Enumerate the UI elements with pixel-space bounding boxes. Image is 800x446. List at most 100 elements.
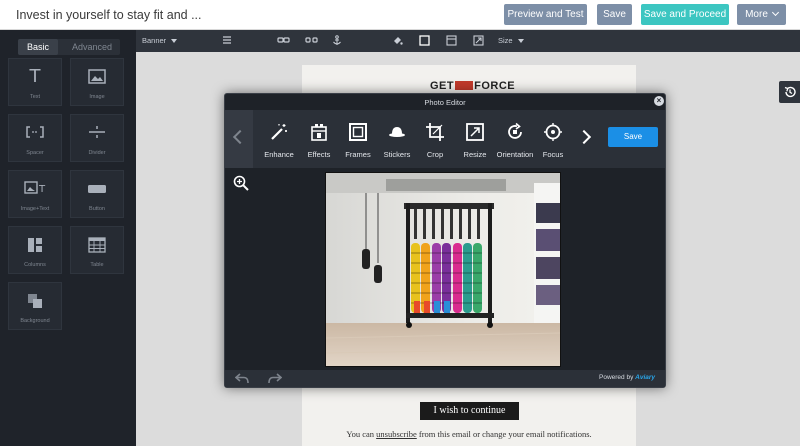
zoom-in-icon[interactable] — [233, 175, 249, 191]
fill-color-icon[interactable] — [392, 35, 403, 46]
background-icon — [28, 294, 42, 308]
redo-icon[interactable] — [268, 373, 282, 384]
unsubscribe-link[interactable]: unsubscribe — [376, 429, 417, 439]
chevron-down-icon — [517, 39, 524, 44]
block-tile-label: Text — [29, 94, 41, 100]
app-header: Invest in yourself to stay fit and ... P… — [0, 0, 800, 30]
photo-editor-footer: Powered by Aviary — [225, 370, 665, 387]
tool-focus[interactable]: Focus — [533, 110, 573, 168]
spacer-icon — [26, 126, 44, 138]
unsubscribe-suffix: from this email or change your email not… — [416, 429, 592, 439]
columns-icon — [28, 238, 42, 252]
banner-select-label: Banner — [142, 36, 167, 45]
photo-editor-modal: Photo Editor × Enhance Effects Frames St… — [224, 93, 666, 388]
powered-by-text: Powered by Aviary — [599, 374, 655, 381]
campaign-title[interactable]: Invest in yourself to stay fit and ... — [16, 8, 202, 22]
close-icon[interactable]: × — [654, 96, 664, 106]
block-tile-label: Spacer — [26, 150, 44, 156]
rotate-icon — [508, 122, 522, 139]
dumbbells — [411, 243, 482, 313]
tools-prev-button[interactable] — [225, 110, 253, 168]
chevron-down-icon — [171, 39, 178, 44]
crop-icon — [426, 123, 444, 141]
crop-fit-icon[interactable] — [473, 35, 484, 46]
unsubscribe-prefix: You can — [346, 429, 377, 439]
anchor-icon[interactable] — [332, 35, 342, 46]
tab-basic[interactable]: Basic — [18, 39, 58, 55]
unlink-icon[interactable] — [305, 35, 318, 45]
photo-editor-tools: Enhance Effects Frames Stickers Crop Res… — [225, 110, 665, 168]
button-icon — [88, 185, 106, 193]
tool-effects[interactable]: Effects — [299, 110, 339, 168]
cta-button[interactable]: I wish to continue — [420, 402, 519, 420]
brand-logo[interactable]: GET FORCE — [430, 80, 515, 92]
block-tile-label: Image — [89, 94, 105, 100]
editor-save-button[interactable]: Save — [608, 127, 658, 147]
block-tile-background[interactable]: Background — [8, 282, 62, 330]
tool-label: Focus — [542, 150, 564, 159]
aviary-logo: Aviary — [635, 374, 656, 381]
preview-and-test-button[interactable]: Preview and Test — [504, 4, 587, 25]
magic-wand-icon — [271, 124, 287, 140]
resize-icon — [466, 123, 484, 141]
tool-crop[interactable]: Crop — [415, 110, 455, 168]
table-icon — [88, 237, 106, 253]
size-select-label: Size — [498, 36, 513, 45]
banner-select[interactable]: Banner — [142, 36, 178, 45]
history-icon — [784, 86, 796, 98]
block-tile-columns[interactable]: Columns — [8, 226, 62, 274]
block-tile-image[interactable]: Image — [70, 58, 124, 106]
svg-text:T: T — [38, 184, 46, 195]
effects-icon — [311, 124, 327, 141]
gym-dumbbell-rack-image — [326, 173, 560, 366]
block-tile-label: Background — [20, 318, 50, 324]
blocks-sidebar: Basic Advanced T Text Image Spacer Divid… — [0, 30, 136, 446]
image-settings-icon[interactable] — [446, 35, 457, 46]
more-button[interactable]: More — [737, 4, 786, 25]
block-tile-label: Table — [90, 262, 104, 268]
sidebar-tabs: Basic Advanced — [18, 39, 120, 55]
more-label: More — [745, 9, 768, 20]
logo-text-left: GET — [430, 80, 455, 92]
block-tile-label: Button — [89, 206, 105, 212]
size-select[interactable]: Size — [498, 36, 524, 45]
block-tile-spacer[interactable]: Spacer — [8, 114, 62, 162]
tab-advanced[interactable]: Advanced — [64, 39, 120, 55]
save-and-proceed-button[interactable]: Save and Proceed — [641, 4, 729, 25]
block-tile-button[interactable]: Button — [70, 170, 124, 218]
tool-resize[interactable]: Resize — [455, 110, 495, 168]
chevron-right-icon — [576, 129, 592, 145]
image-icon — [88, 69, 106, 84]
block-tile-image-text[interactable]: T Image+Text — [8, 170, 62, 218]
image-text-icon: T — [24, 181, 46, 195]
tool-stickers[interactable]: Stickers — [377, 110, 417, 168]
tool-enhance[interactable]: Enhance — [259, 110, 299, 168]
text-icon: T — [29, 66, 41, 87]
logo-text-right: FORCE — [474, 80, 516, 92]
photo-canvas[interactable] — [325, 172, 561, 367]
tools-next-button[interactable] — [575, 110, 597, 168]
save-button[interactable]: Save — [597, 4, 632, 25]
block-tile-divider[interactable]: Divider — [70, 114, 124, 162]
tool-frames[interactable]: Frames — [338, 110, 378, 168]
chevron-left-icon — [232, 129, 248, 145]
block-tile-label: Columns — [24, 262, 46, 268]
block-tile-label: Divider — [88, 150, 106, 156]
divider-icon — [89, 126, 105, 138]
photo-editor-title: Photo Editor — [424, 98, 466, 107]
chevron-down-icon — [771, 8, 779, 17]
frame-icon — [349, 123, 367, 141]
focus-icon — [544, 123, 562, 141]
link-icon[interactable] — [277, 35, 290, 45]
align-icon[interactable] — [222, 35, 232, 45]
tool-orientation[interactable]: Orientation — [495, 110, 535, 168]
block-tile-text[interactable]: T Text — [8, 58, 62, 106]
history-button[interactable] — [779, 81, 800, 103]
block-tile-label: Image+Text — [20, 206, 50, 212]
powered-by-label: Powered by — [599, 374, 634, 381]
border-icon[interactable] — [419, 35, 430, 46]
block-toolbar: Banner Size — [136, 30, 800, 52]
block-tile-table[interactable]: Table — [70, 226, 124, 274]
undo-icon[interactable] — [235, 373, 249, 384]
hat-icon — [389, 127, 405, 137]
